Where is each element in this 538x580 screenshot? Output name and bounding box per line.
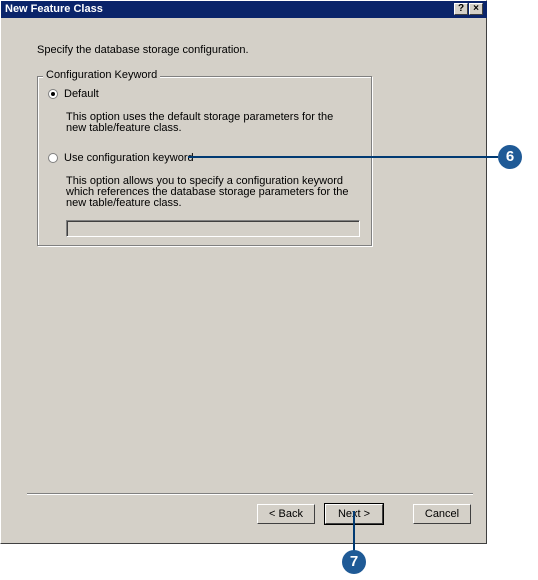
default-radio-button[interactable] — [48, 89, 58, 99]
callout-6-leader-line — [188, 156, 498, 158]
use-keyword-description: This option allows you to specify a conf… — [66, 175, 349, 209]
callout-7-badge: 7 — [342, 550, 366, 574]
dialog-title: New Feature Class — [5, 3, 103, 15]
use-keyword-radio-label: Use configuration keyword — [64, 152, 194, 164]
default-description: This option uses the default storage par… — [66, 111, 334, 134]
help-button[interactable]: ? — [454, 3, 468, 15]
title-bar: New Feature Class ? × — [1, 1, 487, 18]
callout-7-leader-line — [353, 511, 355, 551]
default-radio-label: Default — [64, 88, 99, 100]
instruction-text: Specify the database storage configurati… — [37, 44, 249, 56]
use-keyword-radio-option[interactable]: Use configuration keyword — [48, 152, 194, 164]
close-button[interactable]: × — [469, 3, 483, 15]
callout-6-badge: 6 — [498, 145, 522, 169]
configuration-keyword-input[interactable] — [66, 220, 360, 237]
button-separator — [27, 493, 473, 495]
back-button[interactable]: < Back — [257, 504, 315, 524]
use-keyword-radio-button[interactable] — [48, 153, 58, 163]
group-legend: Configuration Keyword — [43, 69, 161, 81]
cancel-button[interactable]: Cancel — [413, 504, 471, 524]
default-radio-option[interactable]: Default — [48, 88, 99, 100]
new-feature-class-dialog: New Feature Class ? × Specify the databa… — [0, 0, 487, 544]
